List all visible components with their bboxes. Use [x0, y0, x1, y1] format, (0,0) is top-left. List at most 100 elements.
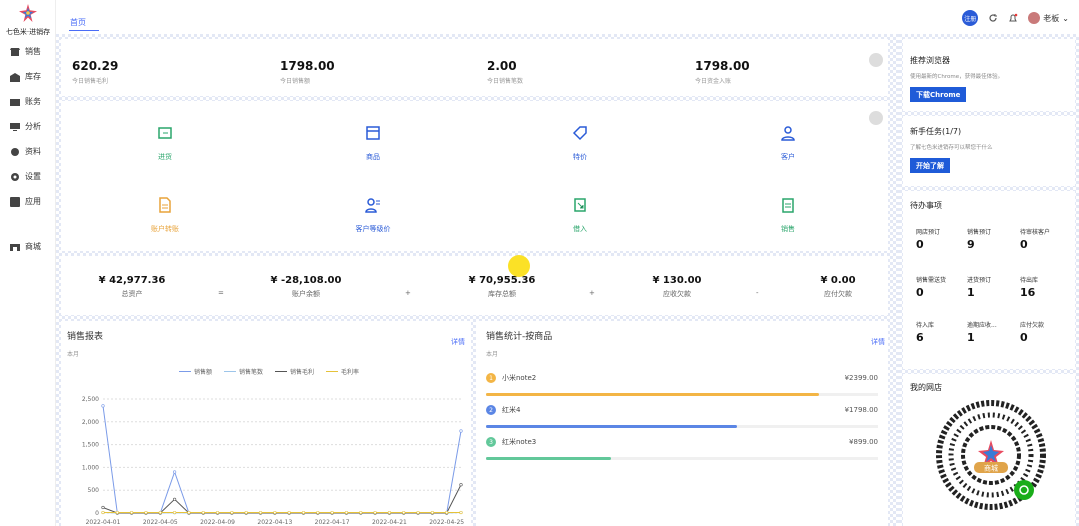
refresh-icon[interactable]: [988, 13, 998, 23]
sidebar-item-label: 应用: [25, 197, 41, 206]
logo-icon: [19, 4, 37, 22]
logo[interactable]: 七色米·进销存: [0, 4, 56, 37]
series-point[interactable]: [459, 429, 463, 433]
quick-account-transfer[interactable]: 账户转账: [125, 197, 205, 234]
sales-line-chart: 2,500 2,000 1,500 1,000 500 0 2022-04-01 2022-0…: [82, 396, 464, 526]
breadcrumb-home[interactable]: 首页: [70, 17, 86, 28]
register-badge[interactable]: 注册: [962, 10, 979, 26]
todo-label[interactable]: 逾期应收...: [967, 320, 997, 329]
series-point[interactable]: [144, 510, 148, 515]
series-point[interactable]: [359, 510, 363, 515]
todo-label[interactable]: 销售需送货: [916, 275, 946, 284]
user-icon: [781, 126, 795, 141]
sales-report-detail-link[interactable]: 详情: [451, 337, 465, 347]
store-icon: [10, 47, 20, 56]
series-point[interactable]: [258, 510, 263, 515]
product-bar-track: [486, 425, 878, 428]
quick-customer-level-price[interactable]: 客户等级价: [333, 197, 413, 234]
start-learning-button[interactable]: 开始了解: [910, 158, 950, 173]
series-point[interactable]: [172, 497, 177, 501]
quick-label: 销售: [781, 225, 795, 233]
edit-icon[interactable]: [869, 111, 883, 125]
quick-label: 客户: [781, 153, 795, 161]
quick-customer[interactable]: 客户: [748, 125, 828, 162]
series-point[interactable]: [430, 510, 434, 515]
series-point[interactable]: [101, 505, 105, 510]
product-row-2[interactable]: 2 红米4: [486, 405, 520, 415]
todo-label[interactable]: 待出库: [1020, 275, 1038, 284]
quick-actions-card: 进货 商品 特价 客户 账户转账 客户等级价 借入 销售: [61, 101, 888, 251]
series-point[interactable]: [130, 510, 134, 515]
chevron-down-icon: ⌄: [1062, 13, 1069, 23]
shop-title: 我的网店: [910, 383, 942, 392]
series-point[interactable]: [387, 510, 392, 515]
shop-qr-code[interactable]: 商城: [936, 400, 1046, 510]
settings-icon[interactable]: [869, 53, 883, 67]
stat-label: 今日销售毛利: [72, 78, 109, 85]
series-point[interactable]: [316, 510, 320, 515]
series-point[interactable]: [230, 510, 234, 515]
legend-item[interactable]: 销售笔数: [224, 367, 263, 376]
legend-swatch: [224, 371, 237, 372]
product-row-1[interactable]: 1 小米note2: [486, 373, 536, 383]
sidebar-item-finance[interactable]: 账务: [10, 96, 41, 107]
balance-account: ¥ -28,108.00: [270, 275, 342, 286]
quick-borrow-in[interactable]: 借入: [540, 197, 620, 234]
series-point[interactable]: [101, 510, 105, 515]
sidebar-item-analysis[interactable]: 分析: [10, 121, 41, 132]
balance-operator: +: [589, 289, 595, 297]
series-point[interactable]: [215, 510, 220, 515]
sidebar-item-mall[interactable]: 商城: [10, 241, 41, 252]
product-row-3[interactable]: 3 红米note3: [486, 437, 536, 447]
bell-icon[interactable]: [1008, 13, 1018, 23]
legend-item[interactable]: 销售毛利: [275, 367, 314, 376]
series-point[interactable]: [115, 510, 119, 515]
quick-sales[interactable]: 销售: [748, 197, 828, 234]
warehouse-icon: [10, 72, 20, 82]
series-point[interactable]: [402, 510, 406, 515]
series-point[interactable]: [101, 404, 105, 408]
series-point[interactable]: [459, 510, 463, 515]
sidebar-item-settings[interactable]: 设置: [10, 171, 41, 182]
todo-label[interactable]: 待入库: [916, 320, 934, 329]
series-point[interactable]: [330, 510, 334, 515]
series-point[interactable]: [187, 510, 191, 515]
series-point[interactable]: [172, 510, 177, 515]
product-name: 小米note2: [502, 374, 537, 382]
todo-label[interactable]: 进货预订: [967, 275, 991, 284]
series-point[interactable]: [301, 510, 306, 515]
today-stats-card: 620.29 今日销售毛利 1798.00 今日销售额 2.00 今日销售笔数 …: [61, 39, 888, 96]
avatar: [1028, 12, 1041, 24]
sidebar-item-data[interactable]: 资料: [10, 146, 41, 157]
series-point[interactable]: [445, 510, 449, 515]
sidebar-item-sales[interactable]: 销售: [10, 46, 41, 57]
series-point[interactable]: [273, 510, 277, 515]
series-point[interactable]: [172, 470, 177, 474]
quick-purchase[interactable]: 进货: [125, 125, 205, 162]
todo-label[interactable]: 应付欠款: [1020, 320, 1044, 329]
sidebar-item-label: 设置: [25, 172, 41, 181]
series-point[interactable]: [416, 510, 420, 515]
todo-label[interactable]: 销售预订: [967, 227, 991, 236]
user-menu[interactable]: 老板 ⌄: [1028, 12, 1069, 24]
series-point[interactable]: [459, 483, 463, 487]
series-point[interactable]: [244, 510, 248, 515]
series-point[interactable]: [201, 510, 205, 515]
download-chrome-button[interactable]: 下载Chrome: [910, 87, 967, 102]
quick-product[interactable]: 商品: [333, 125, 413, 162]
series-point[interactable]: [344, 510, 349, 515]
cursor-highlight: [508, 255, 530, 277]
series-point[interactable]: [158, 510, 162, 515]
series-point[interactable]: [287, 510, 291, 515]
series-point[interactable]: [373, 510, 377, 515]
product-price: ¥899.00: [849, 438, 878, 446]
quick-special-price[interactable]: 特价: [540, 125, 620, 162]
breadcrumb-underline: [69, 30, 99, 31]
legend-item[interactable]: 销售额: [179, 367, 212, 376]
product-stats-detail-link[interactable]: 详情: [871, 337, 885, 347]
todo-label[interactable]: 网店预订: [916, 227, 940, 236]
legend-item[interactable]: 毛利率: [326, 367, 359, 376]
sidebar-item-apps[interactable]: 应用: [10, 196, 41, 207]
sidebar-item-inventory[interactable]: 库存: [10, 71, 41, 82]
todo-label[interactable]: 待审核客户: [1020, 227, 1050, 236]
